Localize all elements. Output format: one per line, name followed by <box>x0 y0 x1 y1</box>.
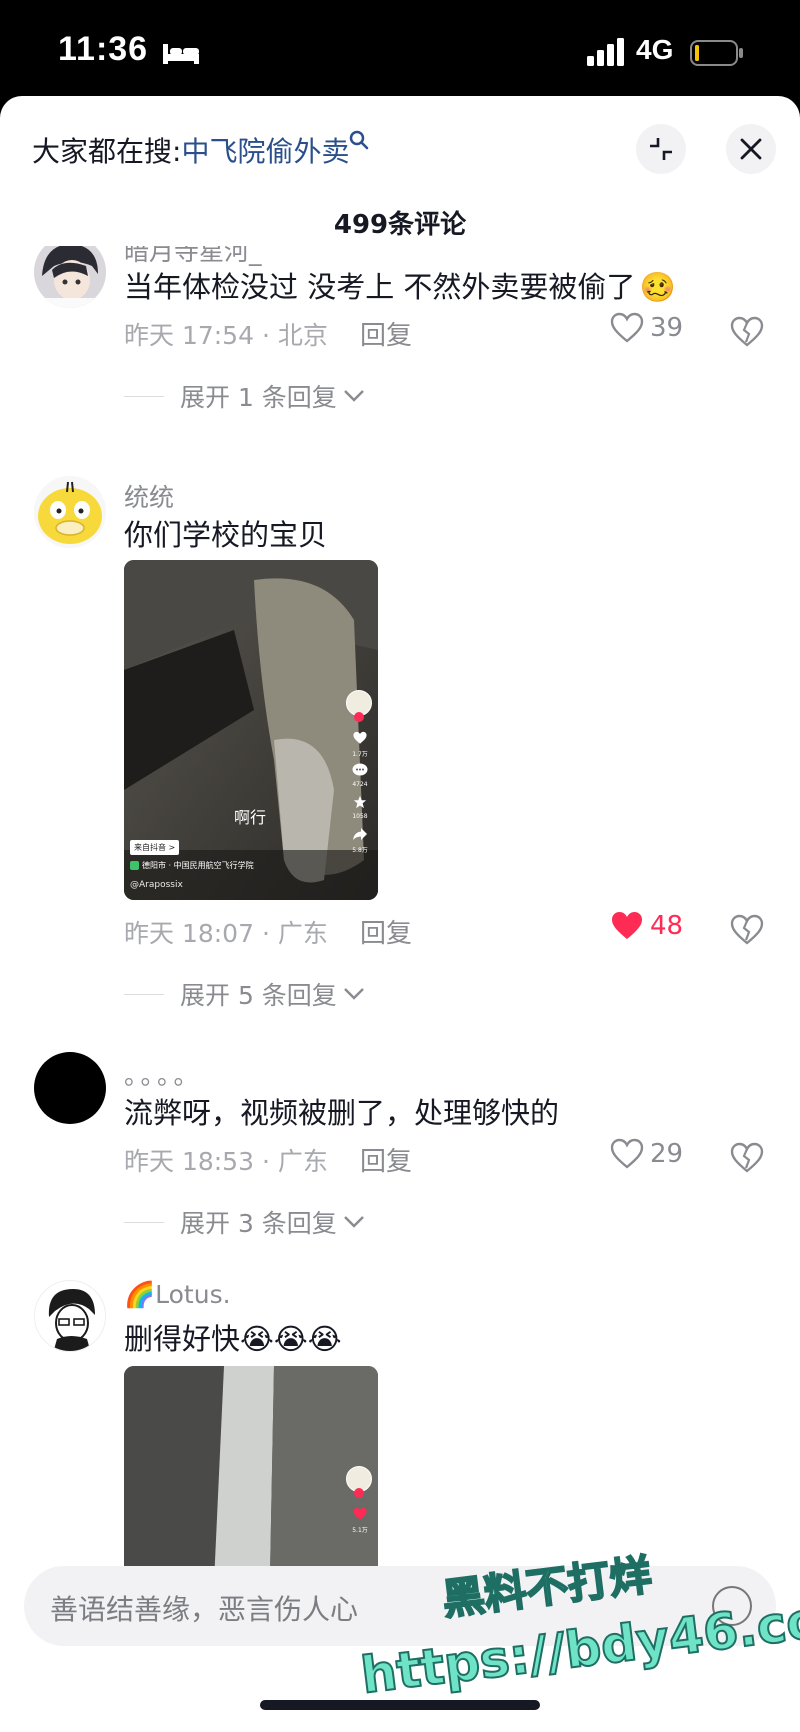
chevron-down-icon <box>343 390 364 402</box>
expand-replies-button[interactable]: 展开 3 条回复 <box>124 1204 365 1240</box>
expand-label: 展开 1 条回复 <box>180 383 337 412</box>
comment-meta: 昨天 18:07 · 广东 <box>124 919 328 948</box>
clock: 11:36 <box>58 30 149 68</box>
comments-sheet: 大家都在搜:中飞院偷外卖 499条评论 暗月寺星河_ 当年体检没过 没考上 不然… <box>0 96 800 1732</box>
avatar[interactable] <box>34 1052 106 1124</box>
search-hint-prefix: 大家都在搜: <box>32 135 182 168</box>
collapse-icon <box>650 138 672 160</box>
dislike-icon[interactable] <box>730 316 764 348</box>
search-keyword[interactable]: 中飞院偷外卖 <box>181 135 349 168</box>
comment-username[interactable]: 。。。。 <box>124 1056 203 1092</box>
chevron-down-icon <box>343 1216 364 1228</box>
video-fav-stat: 1058 <box>348 794 372 820</box>
rainbow-emoji: 🌈 <box>124 1280 156 1309</box>
location-icon <box>130 861 139 870</box>
video-location: 德阳市 · 中国民用航空飞行学院 <box>130 860 254 871</box>
divider-line <box>124 1221 164 1223</box>
video-like-count: 1.7万 <box>352 751 368 758</box>
comment-username[interactable]: 统统 <box>124 478 174 514</box>
like-button[interactable]: 29 <box>610 1138 683 1170</box>
video-caption: 啊行 <box>234 808 267 827</box>
video-like-stat: 1.7万 <box>348 730 372 758</box>
video-fav-count: 1058 <box>352 813 368 820</box>
avatar[interactable] <box>34 246 106 308</box>
video-thumbnail[interactable]: 啊行 来自抖音 > 德阳市 · 中国民用航空飞行学院 @Arapossix 1.… <box>124 560 378 900</box>
video-share-stat: 5.8万 <box>348 826 372 854</box>
video-tag: 来自抖音 > <box>130 840 180 855</box>
video-share-count: 5.8万 <box>352 847 368 854</box>
network-type: 4G <box>636 34 674 65</box>
sleep-focus-icon <box>163 44 199 64</box>
comment-input[interactable]: 善语结善缘，恶言伤人心 <box>24 1566 776 1646</box>
comment-username-text: Lotus. <box>155 1280 231 1309</box>
heart-filled-icon <box>612 912 642 939</box>
video-comment-stat: 4724 <box>348 762 372 788</box>
status-bar: 11:36 4G <box>0 0 800 100</box>
like-button[interactable]: 48 <box>610 910 683 942</box>
reply-button[interactable]: 回复 <box>360 1141 412 1178</box>
comment-count: 499条评论 <box>333 210 467 240</box>
comment-input-placeholder: 善语结善缘，恶言伤人心 <box>50 1593 359 1626</box>
home-indicator[interactable] <box>260 1700 540 1710</box>
comment-bubble-icon <box>352 763 368 776</box>
close-button[interactable] <box>726 124 776 174</box>
expand-label: 展开 3 条回复 <box>180 1209 337 1238</box>
video-like-stat: 5.1万 <box>348 1506 372 1534</box>
like-count: 39 <box>650 313 684 343</box>
close-icon <box>740 138 762 160</box>
comment-text-body: 当年体检没过 没考上 不然外卖要被偷了 <box>124 270 636 304</box>
expand-replies-button[interactable]: 展开 1 条回复 <box>124 378 365 414</box>
avatar[interactable] <box>34 1280 106 1352</box>
video-like-count: 5.1万 <box>352 1527 368 1534</box>
dizzy-face-emoji: 🥴 <box>639 270 676 304</box>
heart-icon <box>353 731 367 744</box>
comment-text: 删得好快😭😭😭 <box>124 1316 342 1358</box>
expand-label: 展开 5 条回复 <box>180 981 337 1010</box>
dislike-icon[interactable] <box>730 1142 764 1174</box>
trending-search-hint[interactable]: 大家都在搜:中飞院偷外卖 <box>32 130 369 170</box>
heart-outline-icon <box>610 1138 644 1169</box>
emoji-picker-icon[interactable] <box>712 1586 752 1626</box>
video-watermark: @Arapossix <box>130 880 183 890</box>
comment-text: 流弊呀，视频被删了，处理够快的 <box>124 1096 560 1130</box>
divider-line <box>124 993 164 995</box>
comment-meta: 昨天 18:53 · 广东 <box>124 1147 328 1176</box>
star-icon <box>353 795 367 809</box>
heart-outline-icon <box>610 312 644 343</box>
comment-text: 你们学校的宝贝 <box>124 518 328 552</box>
avatar[interactable] <box>34 476 106 548</box>
like-button[interactable]: 39 <box>610 312 683 344</box>
comment-text: 当年体检没过 没考上 不然外卖要被偷了 🥴 <box>124 264 676 306</box>
share-icon <box>353 828 367 840</box>
like-count: 48 <box>650 911 684 941</box>
comment-list[interactable]: 暗月寺星河_ 当年体检没过 没考上 不然外卖要被偷了 🥴 昨天 17:54 · 北… <box>0 246 800 1646</box>
like-count: 29 <box>650 1139 684 1169</box>
chevron-down-icon <box>343 988 364 1000</box>
dislike-icon[interactable] <box>730 914 764 946</box>
reply-button[interactable]: 回复 <box>360 913 412 950</box>
follow-plus-icon <box>354 712 364 722</box>
video-comment-count: 4724 <box>352 781 368 788</box>
reply-button[interactable]: 回复 <box>360 315 412 352</box>
video-location-text: 德阳市 · 中国民用航空飞行学院 <box>142 861 254 870</box>
divider-line <box>124 395 164 397</box>
expand-replies-button[interactable]: 展开 5 条回复 <box>124 976 365 1012</box>
crying-emoji: 😭😭😭 <box>240 1322 342 1356</box>
follow-plus-icon <box>354 1488 364 1498</box>
battery-icon <box>690 40 743 66</box>
heart-icon <box>353 1507 367 1520</box>
comment-text-body: 删得好快 <box>124 1322 241 1356</box>
signal-icon <box>587 38 624 66</box>
search-icon <box>349 130 369 155</box>
comment-meta: 昨天 17:54 · 北京 <box>124 321 328 350</box>
comment-username[interactable]: 🌈Lotus. <box>124 1280 231 1310</box>
collapse-button[interactable] <box>636 124 686 174</box>
